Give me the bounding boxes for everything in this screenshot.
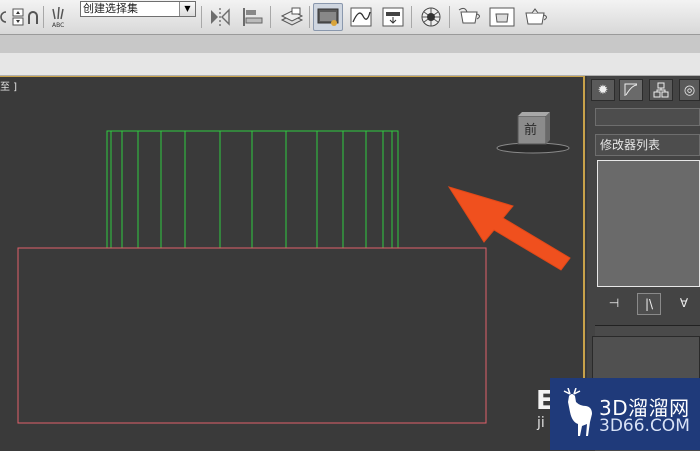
annotation-arrow <box>447 186 571 271</box>
modifier-stack-view[interactable] <box>597 160 700 287</box>
create-tab-icon[interactable]: ✹ <box>591 79 615 101</box>
stack-tools: ⊣ |\ ∀ <box>595 293 700 315</box>
ribbon-strip <box>0 53 700 76</box>
scene-explorer-icon[interactable] <box>313 3 343 31</box>
align-icon[interactable] <box>238 3 266 31</box>
rendered-frame-window-icon[interactable] <box>486 3 518 31</box>
svg-text:ABC: ABC <box>52 22 64 29</box>
deer-logo-icon <box>563 388 592 436</box>
edit-named-selection-icon[interactable]: ABC <box>47 3 73 31</box>
hierarchy-tab-icon[interactable] <box>649 79 673 101</box>
chevron-down-icon[interactable]: ▼ <box>179 2 195 16</box>
watermark-url: 3D66.COM <box>599 416 690 436</box>
mirror-icon[interactable] <box>206 3 234 31</box>
motion-tab-icon[interactable]: ◎ <box>679 79 700 101</box>
material-editor-icon[interactable] <box>416 3 446 31</box>
object-name-field[interactable] <box>595 108 700 126</box>
menu-strip <box>0 35 700 53</box>
schematic-view-icon[interactable] <box>378 3 408 31</box>
make-unique-icon[interactable]: ∀ <box>673 293 695 313</box>
green-box-wireframe[interactable] <box>106 130 399 249</box>
selection-set-dropdown[interactable]: 创建选择集 ▼ <box>80 1 196 17</box>
viewport-scene <box>17 112 571 424</box>
viewcube-face-label[interactable]: 前 <box>524 119 537 138</box>
command-panel-tabs: ✹ ◎ <box>591 79 700 101</box>
percent-snap-icon[interactable] <box>25 3 41 31</box>
curve-editor-icon[interactable] <box>346 3 376 31</box>
selection-set-value: 创建选择集 <box>83 2 138 15</box>
main-toolbar: ABC 创建选择集 ▼ <box>0 0 700 35</box>
modifier-list-dropdown[interactable]: 修改器列表 <box>595 134 700 156</box>
render-icon[interactable] <box>518 3 552 31</box>
pin-stack-icon[interactable]: ⊣ <box>603 293 625 313</box>
render-setup-icon[interactable] <box>453 3 485 31</box>
show-end-result-icon[interactable]: |\ <box>637 293 661 315</box>
modify-tab-icon[interactable] <box>619 79 643 101</box>
layer-manager-icon[interactable] <box>276 3 306 31</box>
partial-text-ji: ji <box>537 415 545 431</box>
red-plane-wireframe[interactable] <box>17 247 487 424</box>
